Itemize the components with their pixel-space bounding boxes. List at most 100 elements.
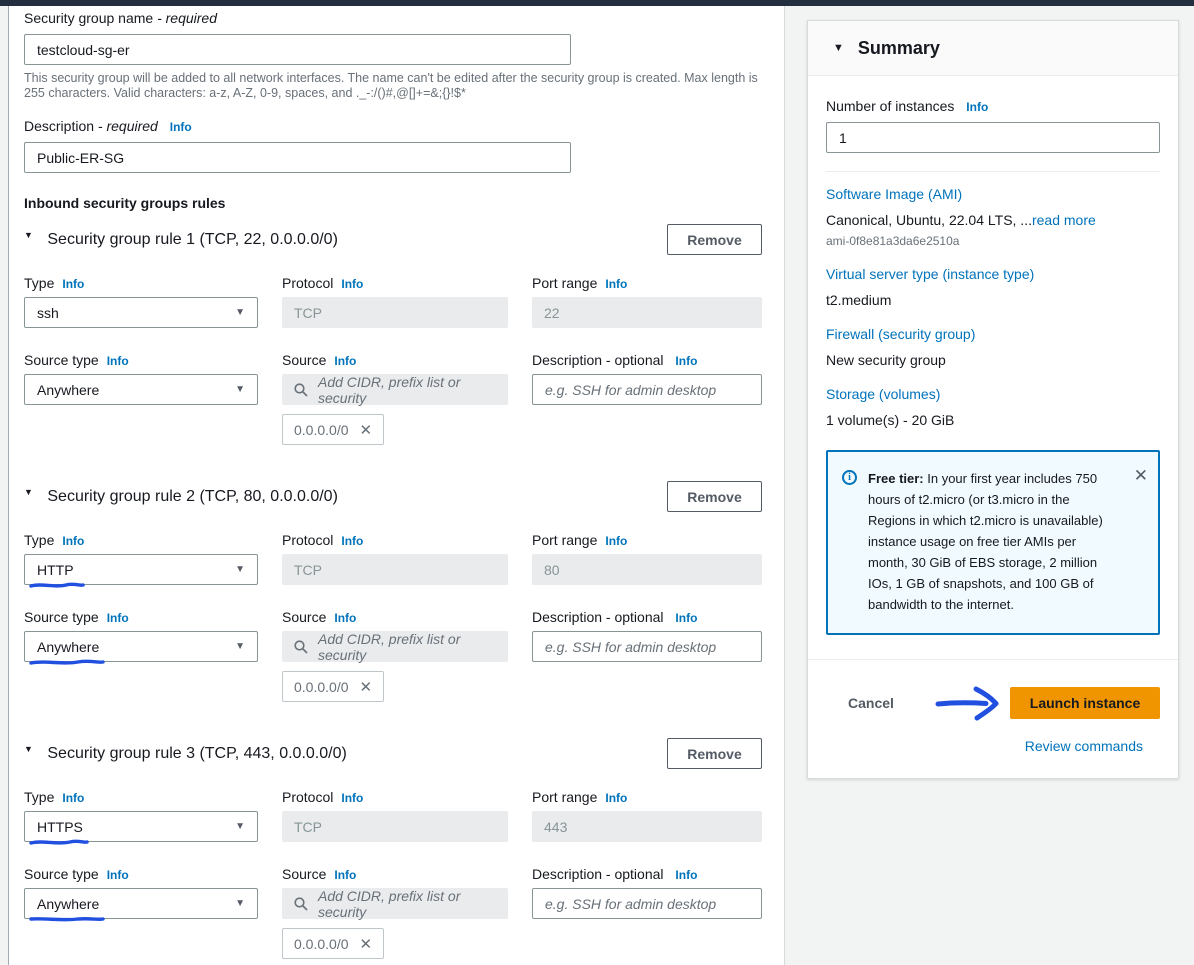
- source-type-label: Source typeInfo: [24, 609, 258, 625]
- rule-1-description-placeholder: e.g. SSH for admin desktop: [545, 382, 716, 398]
- read-more-link[interactable]: read more: [1032, 212, 1096, 228]
- inbound-rules-heading: Inbound security groups rules: [24, 195, 762, 211]
- rule-description-label: Description - optional Info: [532, 352, 762, 368]
- type-info-link[interactable]: Info: [62, 534, 84, 548]
- port-range-info-link[interactable]: Info: [605, 277, 627, 291]
- rule-description-info-link[interactable]: Info: [675, 611, 697, 625]
- source-info-link[interactable]: Info: [334, 611, 356, 625]
- rule-2-type-select[interactable]: HTTP ▼: [24, 554, 258, 585]
- source-info-link[interactable]: Info: [334, 868, 356, 882]
- search-icon: [294, 897, 308, 911]
- port-range-info-link[interactable]: Info: [605, 791, 627, 805]
- collapse-caret-icon[interactable]: ▼: [24, 487, 33, 497]
- rule-3-port-field: 443: [532, 811, 762, 842]
- rule-3-source-type-select[interactable]: Anywhere ▼: [24, 888, 258, 919]
- security-group-form-panel: Security group name - required This secu…: [8, 6, 785, 965]
- firewall-value: New security group: [826, 352, 1160, 368]
- rule-3-source-input[interactable]: Add CIDR, prefix list or security: [282, 888, 508, 919]
- rule-2-description-input[interactable]: e.g. SSH for admin desktop: [532, 631, 762, 662]
- rule-2-remove-button[interactable]: Remove: [667, 481, 762, 512]
- rule-1-description-input[interactable]: e.g. SSH for admin desktop: [532, 374, 762, 405]
- free-tier-alert: i Free tier: In your first year includes…: [826, 450, 1160, 635]
- free-tier-bold: Free tier:: [868, 471, 924, 486]
- summary-section-instance-type: Virtual server type (instance type) t2.m…: [826, 266, 1160, 308]
- remove-cidr-icon[interactable]: ✕: [360, 421, 373, 439]
- collapse-caret-icon[interactable]: ▼: [24, 744, 33, 754]
- source-label: SourceInfo: [282, 352, 508, 368]
- annotation-arrow: [934, 682, 1006, 724]
- rule-1-port-field: 22: [532, 297, 762, 328]
- port-range-label: Port rangeInfo: [532, 532, 762, 548]
- chevron-down-icon: ▼: [235, 898, 245, 909]
- summary-section-ami: Software Image (AMI) Canonical, Ubuntu, …: [826, 186, 1160, 248]
- rule-1-remove-button[interactable]: Remove: [667, 224, 762, 255]
- number-of-instances-label: Number of instances Info: [826, 98, 1160, 114]
- chevron-down-icon: ▼: [235, 384, 245, 395]
- security-group-name-label-text: Security group name: [24, 10, 153, 26]
- rule-description-label: Description - optional Info: [532, 866, 762, 882]
- number-of-instances-input[interactable]: [826, 122, 1160, 153]
- rule-2-source-input[interactable]: Add CIDR, prefix list or security: [282, 631, 508, 662]
- source-type-label: Source typeInfo: [24, 866, 258, 882]
- collapse-caret-icon[interactable]: ▼: [24, 230, 33, 240]
- rule-1-source-type-select[interactable]: Anywhere ▼: [24, 374, 258, 405]
- summary-footer: Cancel Launch instance Review commands: [808, 659, 1178, 778]
- rule-description-info-link[interactable]: Info: [675, 868, 697, 882]
- security-group-name-label: Security group name - required: [24, 10, 762, 26]
- rule-3-type-select[interactable]: HTTPS ▼: [24, 811, 258, 842]
- port-range-info-link[interactable]: Info: [605, 534, 627, 548]
- remove-cidr-icon[interactable]: ✕: [360, 678, 373, 696]
- rule-2-title[interactable]: ▼ Security group rule 2 (TCP, 80, 0.0.0.…: [24, 487, 338, 506]
- rule-3-remove-button[interactable]: Remove: [667, 738, 762, 769]
- type-info-link[interactable]: Info: [62, 277, 84, 291]
- security-group-name-help: This security group will be added to all…: [24, 71, 764, 101]
- security-group-name-input[interactable]: [24, 34, 571, 65]
- rule-2-cidr-chip: 0.0.0.0/0 ✕: [282, 671, 384, 702]
- summary-title: Summary: [858, 38, 940, 59]
- type-info-link[interactable]: Info: [62, 791, 84, 805]
- instance-type-link[interactable]: Virtual server type (instance type): [826, 266, 1160, 282]
- cancel-button[interactable]: Cancel: [848, 695, 894, 711]
- rule-description-info-link[interactable]: Info: [675, 354, 697, 368]
- rule-1-title[interactable]: ▼ Security group rule 1 (TCP, 22, 0.0.0.…: [24, 230, 338, 249]
- rule-3-title-text: Security group rule 3 (TCP, 443, 0.0.0.0…: [47, 745, 346, 762]
- storage-link[interactable]: Storage (volumes): [826, 386, 1160, 402]
- firewall-link[interactable]: Firewall (security group): [826, 326, 1160, 342]
- review-commands-link[interactable]: Review commands: [1025, 738, 1143, 754]
- description-info-link[interactable]: Info: [170, 120, 192, 134]
- rule-1-source-type-value: Anywhere: [37, 382, 99, 398]
- description-label-text: Description: [24, 118, 94, 134]
- source-label: SourceInfo: [282, 866, 508, 882]
- required-suffix: - required: [98, 118, 158, 134]
- rule-2-source-type-value: Anywhere: [37, 639, 99, 655]
- protocol-info-link[interactable]: Info: [341, 534, 363, 548]
- close-icon[interactable]: ✕: [1124, 468, 1148, 615]
- protocol-info-link[interactable]: Info: [341, 277, 363, 291]
- rule-2-source-type-select[interactable]: Anywhere ▼: [24, 631, 258, 662]
- search-icon: [294, 383, 308, 397]
- source-type-info-link[interactable]: Info: [107, 354, 129, 368]
- rule-1-type-value: ssh: [37, 305, 59, 321]
- remove-cidr-icon[interactable]: ✕: [360, 935, 373, 953]
- rule-3-description-placeholder: e.g. SSH for admin desktop: [545, 896, 716, 912]
- type-label: TypeInfo: [24, 789, 258, 805]
- instances-info-link[interactable]: Info: [966, 100, 988, 114]
- free-tier-text: Free tier: In your first year includes 7…: [868, 468, 1124, 615]
- source-label: SourceInfo: [282, 609, 508, 625]
- description-input[interactable]: [24, 142, 571, 173]
- rule-1-source-input[interactable]: Add CIDR, prefix list or security: [282, 374, 508, 405]
- source-type-info-link[interactable]: Info: [107, 868, 129, 882]
- source-type-info-link[interactable]: Info: [107, 611, 129, 625]
- rule-3-source-type-value: Anywhere: [37, 896, 99, 912]
- divider: [826, 171, 1160, 172]
- collapse-caret-icon[interactable]: ▼: [833, 42, 844, 54]
- rule-1-cidr-chip: 0.0.0.0/0 ✕: [282, 414, 384, 445]
- rule-3-title[interactable]: ▼ Security group rule 3 (TCP, 443, 0.0.0…: [24, 744, 347, 763]
- summary-header[interactable]: ▼ Summary: [808, 21, 1178, 76]
- rule-3-description-input[interactable]: e.g. SSH for admin desktop: [532, 888, 762, 919]
- source-info-link[interactable]: Info: [334, 354, 356, 368]
- launch-instance-button[interactable]: Launch instance: [1010, 687, 1160, 719]
- software-image-link[interactable]: Software Image (AMI): [826, 186, 1160, 202]
- protocol-info-link[interactable]: Info: [341, 791, 363, 805]
- rule-1-type-select[interactable]: ssh ▼: [24, 297, 258, 328]
